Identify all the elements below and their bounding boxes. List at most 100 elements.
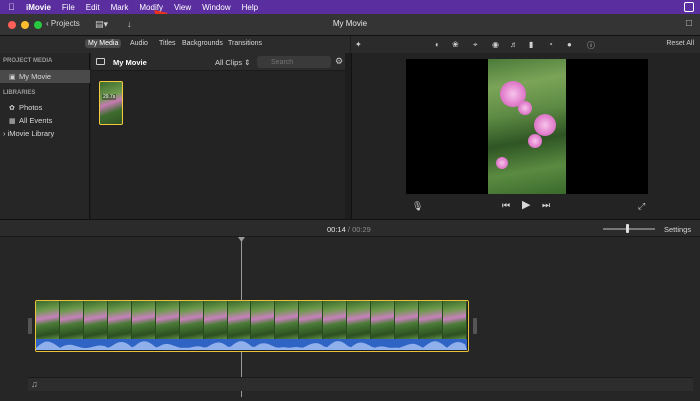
sidebar-item-my-movie[interactable]: ▣ My Movie (0, 70, 90, 83)
speed-icon[interactable]: ◔ (548, 40, 553, 49)
filmstrip-frame (442, 301, 467, 339)
tab-my-media[interactable]: My Media (85, 39, 122, 48)
waveform-shape (36, 341, 467, 350)
skip-back-icon[interactable]: ⏮ (502, 200, 510, 211)
sidebar-item-label: My Movie (19, 72, 52, 81)
tab-titles[interactable]: Titles (159, 40, 175, 47)
sidebar-item-label: iMovie Library (7, 129, 55, 138)
sidebar-item-imovie-library[interactable]: › iMovie Library (0, 127, 90, 140)
timeline-header: 00:14 / 00:29 Settings (0, 219, 700, 237)
music-note-icon: ♫ (31, 379, 38, 389)
filmstrip-frame (203, 301, 228, 339)
filter-icon[interactable]: ● (567, 40, 572, 49)
skip-forward-icon[interactable]: ⏭ (542, 200, 550, 211)
media-view-icon[interactable]: ▤▾ (95, 19, 108, 30)
import-icon[interactable]: ↓ (127, 19, 132, 29)
filmstrip-frame (36, 301, 60, 339)
tab-audio[interactable]: Audio (130, 40, 148, 47)
clip-thumbnail[interactable]: 29.7s (99, 81, 123, 125)
menu-edit[interactable]: Edit (86, 3, 100, 12)
timeline-clip[interactable] (35, 300, 469, 352)
projects-label: Projects (50, 19, 80, 28)
close-window-button[interactable] (8, 21, 16, 29)
filmstrip-frame (299, 301, 324, 339)
gear-icon[interactable]: ⚙ (335, 56, 343, 67)
filmstrip-frame (347, 301, 372, 339)
menu-modify[interactable]: Modify (139, 3, 163, 12)
waveform-path (36, 341, 467, 350)
filmstrip-frame (83, 301, 108, 339)
menu-help[interactable]: Help (242, 3, 258, 12)
timeline-right-handle[interactable] (473, 318, 477, 334)
menu-bar:  iMovie File Edit Mark Modify View Wind… (0, 0, 700, 14)
crop-icon[interactable]: ⌖ (473, 40, 478, 50)
microphone-icon[interactable]: 🎙 (412, 201, 423, 212)
menu-view[interactable]: View (174, 3, 191, 12)
color-correction-icon[interactable]: ❀ (452, 40, 459, 49)
volume-icon[interactable]: ♬ (510, 40, 518, 49)
filmstrip-frame (107, 301, 132, 339)
status-menu-icon[interactable] (684, 2, 694, 12)
share-icon[interactable]: □ (686, 18, 692, 29)
film-icon: ▣ (9, 74, 16, 81)
filmstrip-frame (371, 301, 396, 339)
fullscreen-icon[interactable]: ⤢ (638, 201, 645, 212)
noise-equalizer-icon[interactable]: ▮ (529, 40, 533, 49)
project-media-heading: PROJECT MEDIA (3, 58, 53, 64)
clip-filter-select[interactable]: All Clips ⇕ (215, 58, 250, 67)
menu-window[interactable]: Window (202, 3, 230, 12)
sidebar-item-all-events[interactable]: ▦ All Events (0, 114, 90, 127)
timeline-left-handle[interactable] (28, 318, 32, 334)
adjustments-bar: ✦ ◐ ❀ ⌖ ◉ ♬ ▮ ◔ ● ⓘ Reset All (351, 36, 700, 53)
video-frame (488, 59, 566, 194)
reset-all-button[interactable]: Reset All (666, 40, 694, 47)
browser-tabs: My Media Audio Titles Backgrounds Transi… (0, 36, 350, 53)
filmstrip-frame (227, 301, 252, 339)
apple-icon[interactable]:  (8, 2, 22, 12)
zoom-slider-knob[interactable] (626, 224, 630, 233)
flower-shape (534, 114, 556, 136)
browser-header: My Movie All Clips ⇕ ⚲ ⚙ (91, 53, 350, 71)
info-icon[interactable]: ⓘ (587, 40, 595, 51)
filmstrip-frame (179, 301, 204, 339)
media-browser: My Movie All Clips ⇕ ⚲ ⚙ 29.7s (91, 53, 350, 219)
sidebar-item-label: All Events (19, 116, 53, 125)
timecode-separator: / (347, 225, 350, 234)
sidebar-item-label: Photos (19, 103, 43, 112)
search-input[interactable] (257, 56, 331, 68)
viewer: 🎙 ⏮ ▶ ⏭ ⤢ (351, 53, 700, 219)
tab-transitions[interactable]: Transitions (228, 40, 262, 47)
minimize-window-button[interactable] (21, 21, 29, 29)
total-time: 00:29 (352, 225, 371, 234)
filmstrip-frame (395, 301, 419, 339)
filmstrip-frame (59, 301, 84, 339)
browser-title: My Movie (113, 58, 147, 67)
music-lane[interactable] (28, 377, 693, 391)
flower-shape (518, 101, 532, 115)
video-preview[interactable] (406, 59, 648, 194)
filmstrip-frame (419, 301, 443, 339)
sidebar-item-photos[interactable]: ✿ Photos (0, 101, 90, 114)
window-title: My Movie (332, 19, 368, 28)
sidebar-toggle-icon[interactable] (96, 58, 105, 65)
settings-button[interactable]: Settings (664, 225, 691, 234)
clip-filmstrip (36, 301, 467, 339)
menu-app-name[interactable]: iMovie (26, 3, 51, 12)
clip-filter-label: All Clips (215, 58, 243, 67)
menu-mark[interactable]: Mark (111, 3, 129, 12)
audio-waveform (36, 339, 467, 350)
zoom-window-button[interactable] (34, 21, 42, 29)
filmstrip-frame (155, 301, 180, 339)
play-icon[interactable]: ▶ (522, 198, 530, 211)
color-balance-icon[interactable]: ◐ (435, 40, 440, 49)
projects-back-button[interactable]: ‹ Projects (46, 19, 80, 28)
disclosure-chevron-icon[interactable]: › (3, 129, 6, 138)
stabilization-icon[interactable]: ◉ (492, 40, 499, 49)
browser-scrollbar[interactable] (345, 53, 350, 219)
clip-duration: 29.7s (102, 94, 117, 100)
libraries-sidebar: PROJECT MEDIA ▣ My Movie LIBRARIES ✿ Photo… (0, 53, 90, 219)
menu-file[interactable]: File (62, 3, 75, 12)
tab-backgrounds[interactable]: Backgrounds (182, 40, 223, 47)
magic-wand-icon[interactable]: ✦ (355, 40, 362, 49)
flower-shape (496, 157, 508, 169)
